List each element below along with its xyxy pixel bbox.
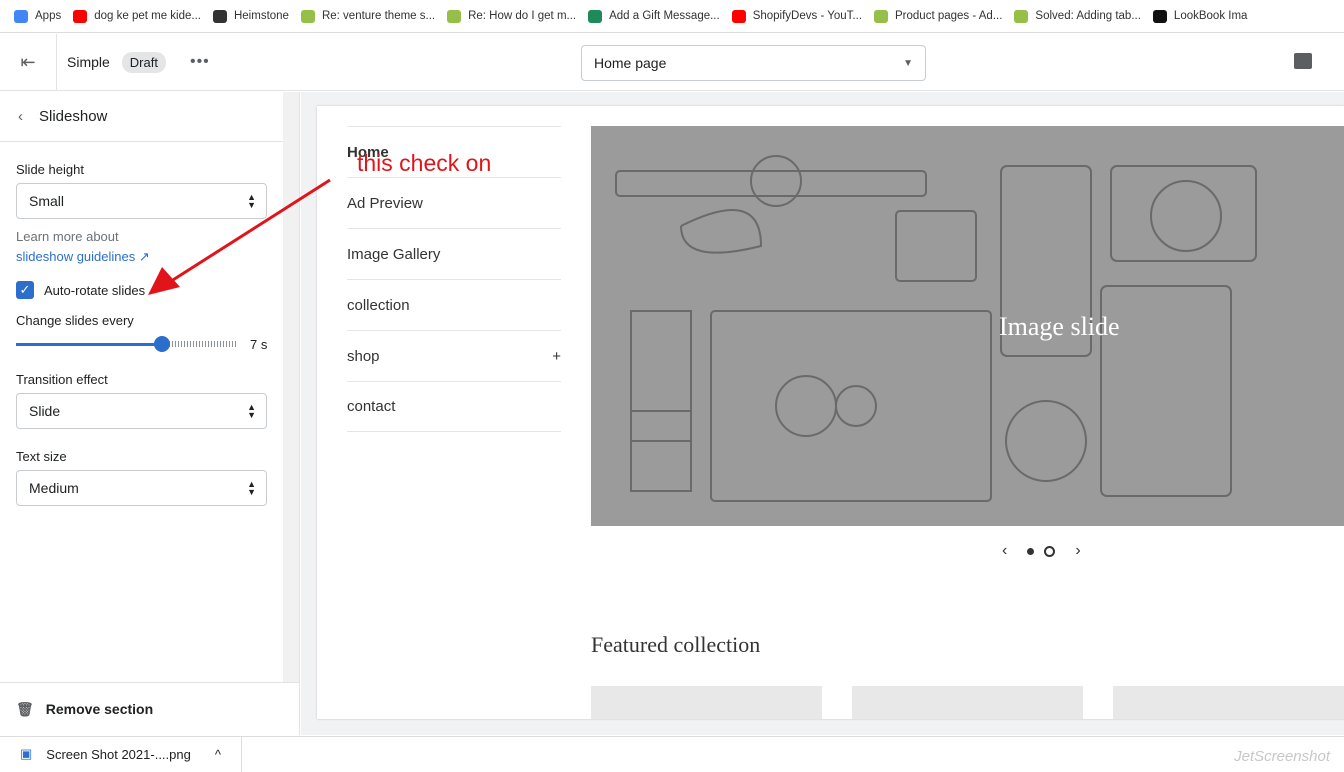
checkmark-icon: ✓ <box>16 281 34 299</box>
bookmark-item[interactable]: Apps <box>14 9 62 23</box>
prev-slide-icon[interactable]: ‹ <box>1002 542 1007 560</box>
bookmark-icon <box>1014 9 1029 23</box>
bookmark-label: Product pages - Ad... <box>895 10 1003 22</box>
text-size-value: Medium <box>29 480 79 496</box>
autorotate-label: Auto-rotate slides <box>44 282 146 298</box>
bookmark-item[interactable]: LookBook Ima <box>1152 9 1248 23</box>
bookmark-item[interactable]: Product pages - Ad... <box>874 9 1003 23</box>
updown-icon: ▲ ▼ <box>247 479 256 497</box>
section-title: Slideshow <box>39 108 108 125</box>
theme-preview: Home Ad Preview Image Gallery collection… <box>301 92 1344 735</box>
file-icon: ▣ <box>20 746 33 761</box>
remove-section-label: Remove section <box>45 701 154 717</box>
slide-heading: Image slide <box>999 312 1120 341</box>
bookmark-label: Solved: Adding tab... <box>1035 10 1141 22</box>
bookmark-item[interactable]: Solved: Adding tab... <box>1014 9 1141 23</box>
bookmark-item[interactable]: Re: How do I get m... <box>447 9 577 23</box>
bookmark-label: Heimstone <box>233 10 289 22</box>
guidelines-link[interactable]: slideshow guidelines <box>16 249 135 264</box>
download-item[interactable]: ▣ Screen Shot 2021-....png ^ <box>0 736 242 772</box>
bookmark-icon <box>300 9 315 23</box>
bookmark-item[interactable]: Re: venture theme s... <box>300 9 436 23</box>
product-card[interactable] <box>1113 686 1344 719</box>
product-card[interactable] <box>591 686 822 719</box>
exit-icon[interactable]: ⇤ <box>0 33 57 91</box>
slide-dot-1[interactable] <box>1027 547 1035 555</box>
change-slides-slider[interactable]: 7 s <box>16 336 271 352</box>
bookmark-item[interactable]: Heimstone <box>212 9 289 23</box>
bookmark-label: Re: How do I get m... <box>468 10 577 22</box>
nav-item-shop[interactable]: shop + <box>347 330 561 381</box>
status-badge: Draft <box>121 51 166 73</box>
bookmark-label: Apps <box>35 10 62 22</box>
text-size-label: Text size <box>16 449 67 464</box>
watermark: JetScreenshot <box>1234 748 1330 765</box>
nav-item-collection[interactable]: collection <box>347 279 561 330</box>
slideshow-controls: ‹ › <box>1002 542 1081 560</box>
slide-height-value: Small <box>29 193 65 209</box>
slider-value: 7 s <box>250 337 268 352</box>
change-slides-label: Change slides every <box>16 313 134 328</box>
bookmark-item[interactable]: ShopifyDevs - YouT... <box>731 9 863 23</box>
remove-section-button[interactable]: 🗑 Remove section <box>0 682 299 735</box>
nav-item-ad-preview[interactable]: Ad Preview <box>347 177 561 228</box>
updown-icon: ▲ ▼ <box>247 402 256 420</box>
bookmark-label: LookBook Ima <box>1173 10 1248 22</box>
bookmark-icon <box>73 9 88 23</box>
bookmark-icon <box>874 9 889 23</box>
downloads-bar: ▣ Screen Shot 2021-....png ^ <box>0 736 1344 772</box>
bookmark-icon <box>731 9 746 23</box>
slideshow-image: Image slide <box>591 126 1344 526</box>
text-size-select[interactable]: Medium ▲ ▼ <box>16 470 267 506</box>
bookmark-label: Re: venture theme s... <box>321 10 436 22</box>
next-slide-icon[interactable]: › <box>1075 542 1080 560</box>
transition-value: Slide <box>29 403 61 419</box>
bookmark-label: Add a Gift Message... <box>609 10 720 22</box>
slider-track <box>166 341 238 347</box>
bookmark-icon <box>14 9 28 23</box>
bookmark-icon <box>212 9 227 23</box>
nav-item-image-gallery[interactable]: Image Gallery <box>347 228 561 279</box>
product-cards <box>591 686 1344 719</box>
featured-collection-heading: Featured collection <box>591 632 761 657</box>
slide-dot-2[interactable] <box>1044 545 1056 557</box>
bookmark-label: ShopifyDevs - YouT... <box>752 10 863 22</box>
caret-down-icon: ▼ <box>903 57 913 69</box>
transition-select[interactable]: Slide ▲ ▼ <box>16 393 267 429</box>
download-filename: Screen Shot 2021-....png <box>46 746 191 762</box>
illustration-graphic <box>615 155 1257 502</box>
bookmark-item[interactable]: Add a Gift Message... <box>588 9 720 23</box>
bookmark-item[interactable]: dog ke pet me kide... <box>73 9 201 23</box>
editor-topbar: ⇤ Simple Draft ••• Home page ▼ <box>0 33 1344 91</box>
bookmark-label: dog ke pet me kide... <box>94 10 201 22</box>
chevron-up-icon[interactable]: ^ <box>215 747 221 762</box>
bookmark-icon <box>447 9 462 23</box>
annotation-text: this check on <box>357 150 492 176</box>
product-card[interactable] <box>852 686 1083 719</box>
annotation-arrow-icon <box>148 178 331 295</box>
slider-fill <box>16 343 162 346</box>
bookmarks-bar: Apps dog ke pet me kide... Heimstone Re: ve… <box>0 0 1344 33</box>
theme-name: Simple <box>67 54 110 70</box>
back-icon[interactable]: ‹ <box>18 108 23 125</box>
help-text: Learn more about <box>16 229 119 244</box>
trash-icon: 🗑 <box>16 700 34 717</box>
transition-label: Transition effect <box>16 372 108 387</box>
page-select-value: Home page <box>594 55 667 71</box>
slider-thumb[interactable] <box>154 336 170 352</box>
nav-item-contact[interactable]: contact <box>347 381 561 432</box>
page-select[interactable]: Home page ▼ <box>581 45 926 81</box>
more-actions-icon[interactable]: ••• <box>190 53 210 71</box>
expand-icon[interactable]: + <box>552 348 561 365</box>
desktop-view-icon[interactable] <box>1294 53 1312 69</box>
bookmark-icon <box>588 9 603 23</box>
bookmark-icon <box>1152 9 1167 23</box>
